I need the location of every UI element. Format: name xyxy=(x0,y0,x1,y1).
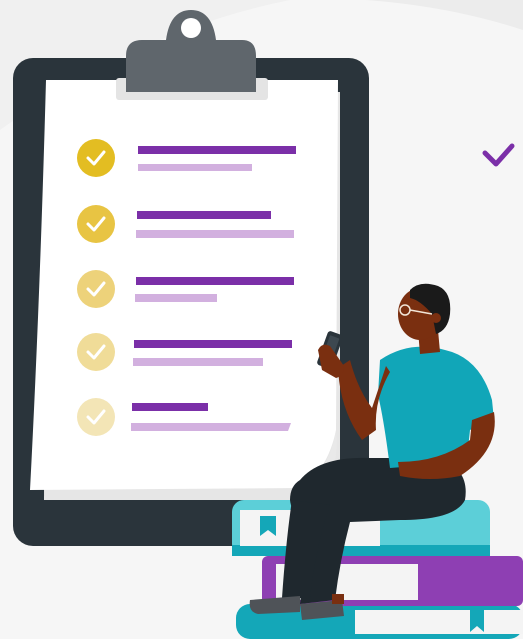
item-line-light xyxy=(133,358,263,366)
book-bottom-pages xyxy=(355,610,523,634)
checklist-illustration xyxy=(0,0,523,639)
person-shoe-left xyxy=(249,596,300,614)
check-circle xyxy=(77,139,115,177)
check-circle xyxy=(77,398,115,436)
item-line-dark xyxy=(134,340,292,348)
item-line-dark xyxy=(137,211,271,219)
check-circle xyxy=(77,270,115,308)
item-line-dark xyxy=(136,277,294,285)
person-ankle xyxy=(332,594,344,604)
item-line-dark xyxy=(132,403,208,411)
item-line-light xyxy=(136,230,294,238)
check-circle xyxy=(77,333,115,371)
item-line-dark xyxy=(138,146,296,154)
item-line-light xyxy=(131,423,291,431)
book-top-spine xyxy=(232,545,490,556)
item-line-light xyxy=(138,164,252,171)
clip-hole xyxy=(181,18,201,38)
illustration-svg xyxy=(0,0,523,639)
person-ear xyxy=(431,313,441,323)
item-line-light xyxy=(135,294,217,302)
floating-check-icon xyxy=(482,143,515,167)
check-circle xyxy=(77,205,115,243)
background-curve xyxy=(250,0,523,30)
